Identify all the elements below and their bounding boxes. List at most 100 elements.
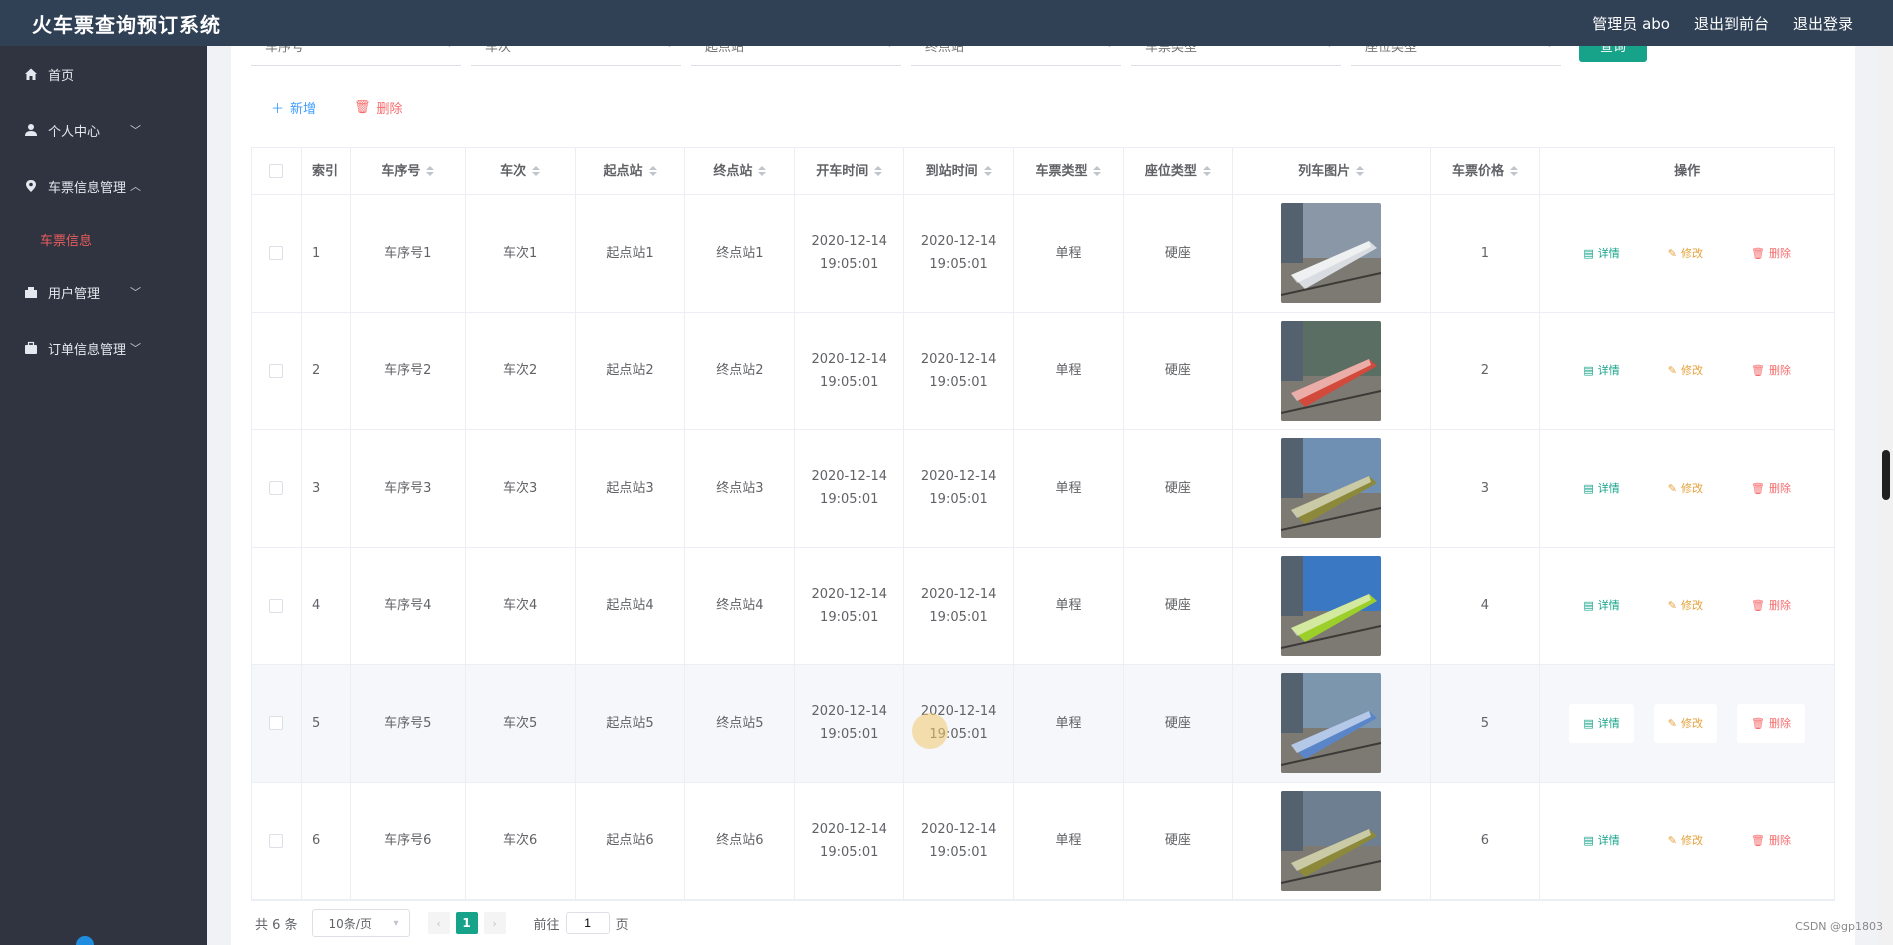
departure-time: 19:05:01 (820, 727, 879, 743)
row-select-cell[interactable] (252, 782, 302, 899)
row-checkbox[interactable] (269, 833, 284, 848)
arrival-time: 19:05:01 (929, 609, 988, 625)
detail-button[interactable]: ▤ 详情 (1569, 821, 1633, 860)
train-image[interactable] (1281, 203, 1382, 304)
logout-link[interactable]: 退出登录 (1793, 13, 1853, 34)
scrollbar-thumb[interactable] (1882, 450, 1890, 500)
sidebar-item-personal-center[interactable]: 个人中心 ﹀ (0, 102, 207, 158)
header-price[interactable]: 车票价格 (1431, 148, 1541, 194)
header-train[interactable]: 车次 (466, 148, 576, 194)
cell-price: 6 (1431, 782, 1541, 899)
cell-arrival: 2020-12-14 19:05:01 (904, 312, 1015, 429)
detail-button[interactable]: ▤ 详情 (1569, 586, 1633, 625)
sort-icon[interactable] (1202, 166, 1211, 176)
header-ticket-type[interactable]: 车票类型 (1014, 148, 1124, 194)
sort-icon[interactable] (1356, 166, 1365, 176)
document-icon: ▤ (1583, 599, 1594, 613)
row-select-cell[interactable] (252, 547, 302, 664)
sort-icon[interactable] (874, 166, 883, 176)
edit-button[interactable]: ✎ 修改 (1654, 351, 1717, 390)
sort-icon[interactable] (648, 166, 657, 176)
header-departure[interactable]: 开车时间 (795, 148, 905, 194)
prev-page-button[interactable]: ‹ (427, 912, 450, 934)
cell-train: 车次6 (466, 782, 576, 899)
exit-to-front-link[interactable]: 退出到前台 (1694, 13, 1769, 34)
sort-icon[interactable] (532, 166, 541, 176)
detail-button[interactable]: ▤ 详情 (1569, 351, 1633, 390)
delete-button[interactable]: 🗑 删除 (1737, 234, 1805, 273)
sort-icon[interactable] (426, 166, 435, 176)
header-arrival[interactable]: 到站时间 (904, 148, 1015, 194)
train-image[interactable] (1281, 438, 1382, 539)
edit-button[interactable]: ✎ 修改 (1653, 703, 1718, 743)
cell-image (1233, 430, 1431, 547)
arrival-date: 2020-12-14 (920, 351, 997, 367)
delete-button[interactable]: 🗑 删除 (1737, 469, 1805, 508)
sort-icon[interactable] (1509, 166, 1518, 176)
cell-ops: ▤ 详情 ✎ 修改 🗑 删除 (1540, 783, 1834, 900)
row-select-cell[interactable] (252, 665, 302, 782)
row-checkbox[interactable] (269, 481, 284, 496)
detail-button[interactable]: ▤ 详情 (1569, 469, 1633, 508)
sort-icon[interactable] (1093, 166, 1102, 176)
sidebar-item-order-management[interactable]: 订单信息管理 ﹀ (0, 320, 207, 376)
delete-label: 删除 (1768, 364, 1791, 378)
header-label: 车次 (500, 163, 527, 179)
next-page-button[interactable]: › (483, 912, 506, 934)
header-no[interactable]: 车序号 (351, 148, 466, 194)
row-checkbox[interactable] (269, 598, 284, 613)
row-checkbox[interactable] (269, 246, 284, 261)
delete-button[interactable]: 🗑 删除 (1737, 586, 1805, 625)
row-checkbox[interactable] (269, 716, 284, 731)
row-select-cell[interactable] (252, 195, 302, 312)
arrival-time: 19:05:01 (929, 257, 988, 273)
row-checkbox[interactable] (269, 363, 284, 378)
select-all-checkbox[interactable] (269, 164, 284, 178)
row-select-cell[interactable] (252, 430, 302, 547)
sort-icon[interactable] (983, 166, 992, 176)
batch-delete-button[interactable]: 🗑 删除 (354, 98, 403, 117)
pencil-icon: ✎ (1667, 246, 1678, 260)
cell-seat-type: 硬座 (1124, 782, 1233, 899)
sort-icon[interactable] (758, 166, 767, 176)
train-image[interactable] (1281, 555, 1382, 656)
train-image[interactable] (1281, 673, 1382, 774)
page-size-select[interactable]: 10条/页 ▾ (311, 909, 410, 937)
delete-button[interactable]: 🗑 删除 (1737, 351, 1805, 390)
current-user: 管理员 abo (1592, 14, 1670, 33)
sidebar-item-user-management[interactable]: 用户管理 ﹀ (0, 264, 207, 320)
train-image[interactable] (1281, 320, 1382, 421)
goto-prefix: 前往 (533, 917, 560, 933)
cell-train: 车次4 (466, 547, 576, 664)
detail-button[interactable]: ▤ 详情 (1569, 234, 1633, 273)
select-all-cell[interactable] (252, 148, 302, 194)
header-image[interactable]: 列车图片 (1233, 148, 1431, 194)
sidebar-subitem-ticket-info[interactable]: 车票信息 (0, 214, 207, 264)
edit-button[interactable]: ✎ 修改 (1654, 821, 1717, 860)
header-label: 车票类型 (1035, 163, 1088, 179)
goto-field[interactable] (560, 912, 616, 934)
cell-train: 车次1 (466, 195, 576, 312)
header-seat-type[interactable]: 座位类型 (1124, 148, 1233, 194)
edit-button[interactable]: ✎ 修改 (1654, 234, 1717, 273)
row-select-cell[interactable] (252, 312, 302, 429)
page-number-current[interactable]: 1 (455, 912, 478, 934)
sidebar-item-home[interactable]: 首页 (0, 46, 207, 102)
arrival-date: 2020-12-14 (920, 234, 997, 250)
header-start[interactable]: 起点站 (576, 148, 686, 194)
header-end[interactable]: 终点站 (685, 148, 796, 194)
train-image[interactable] (1281, 790, 1382, 891)
delete-button[interactable]: 🗑 删除 (1737, 703, 1805, 743)
goto-input[interactable] (565, 912, 610, 934)
cell-arrival: 2020-12-14 19:05:01 (904, 665, 1015, 782)
edit-button[interactable]: ✎ 修改 (1654, 469, 1717, 508)
sidebar-item-ticket-management[interactable]: 车票信息管理 ︿ (0, 158, 207, 214)
detail-label: 详情 (1597, 364, 1620, 378)
detail-button[interactable]: ▤ 详情 (1569, 703, 1634, 743)
delete-button[interactable]: 🗑 删除 (1737, 821, 1805, 860)
edit-button[interactable]: ✎ 修改 (1654, 586, 1717, 625)
page-scrollbar[interactable] (1878, 46, 1893, 945)
add-button[interactable]: ＋ 新增 (271, 98, 316, 117)
header-label: 开车时间 (816, 163, 869, 179)
arrival-time: 19:05:01 (929, 727, 988, 743)
